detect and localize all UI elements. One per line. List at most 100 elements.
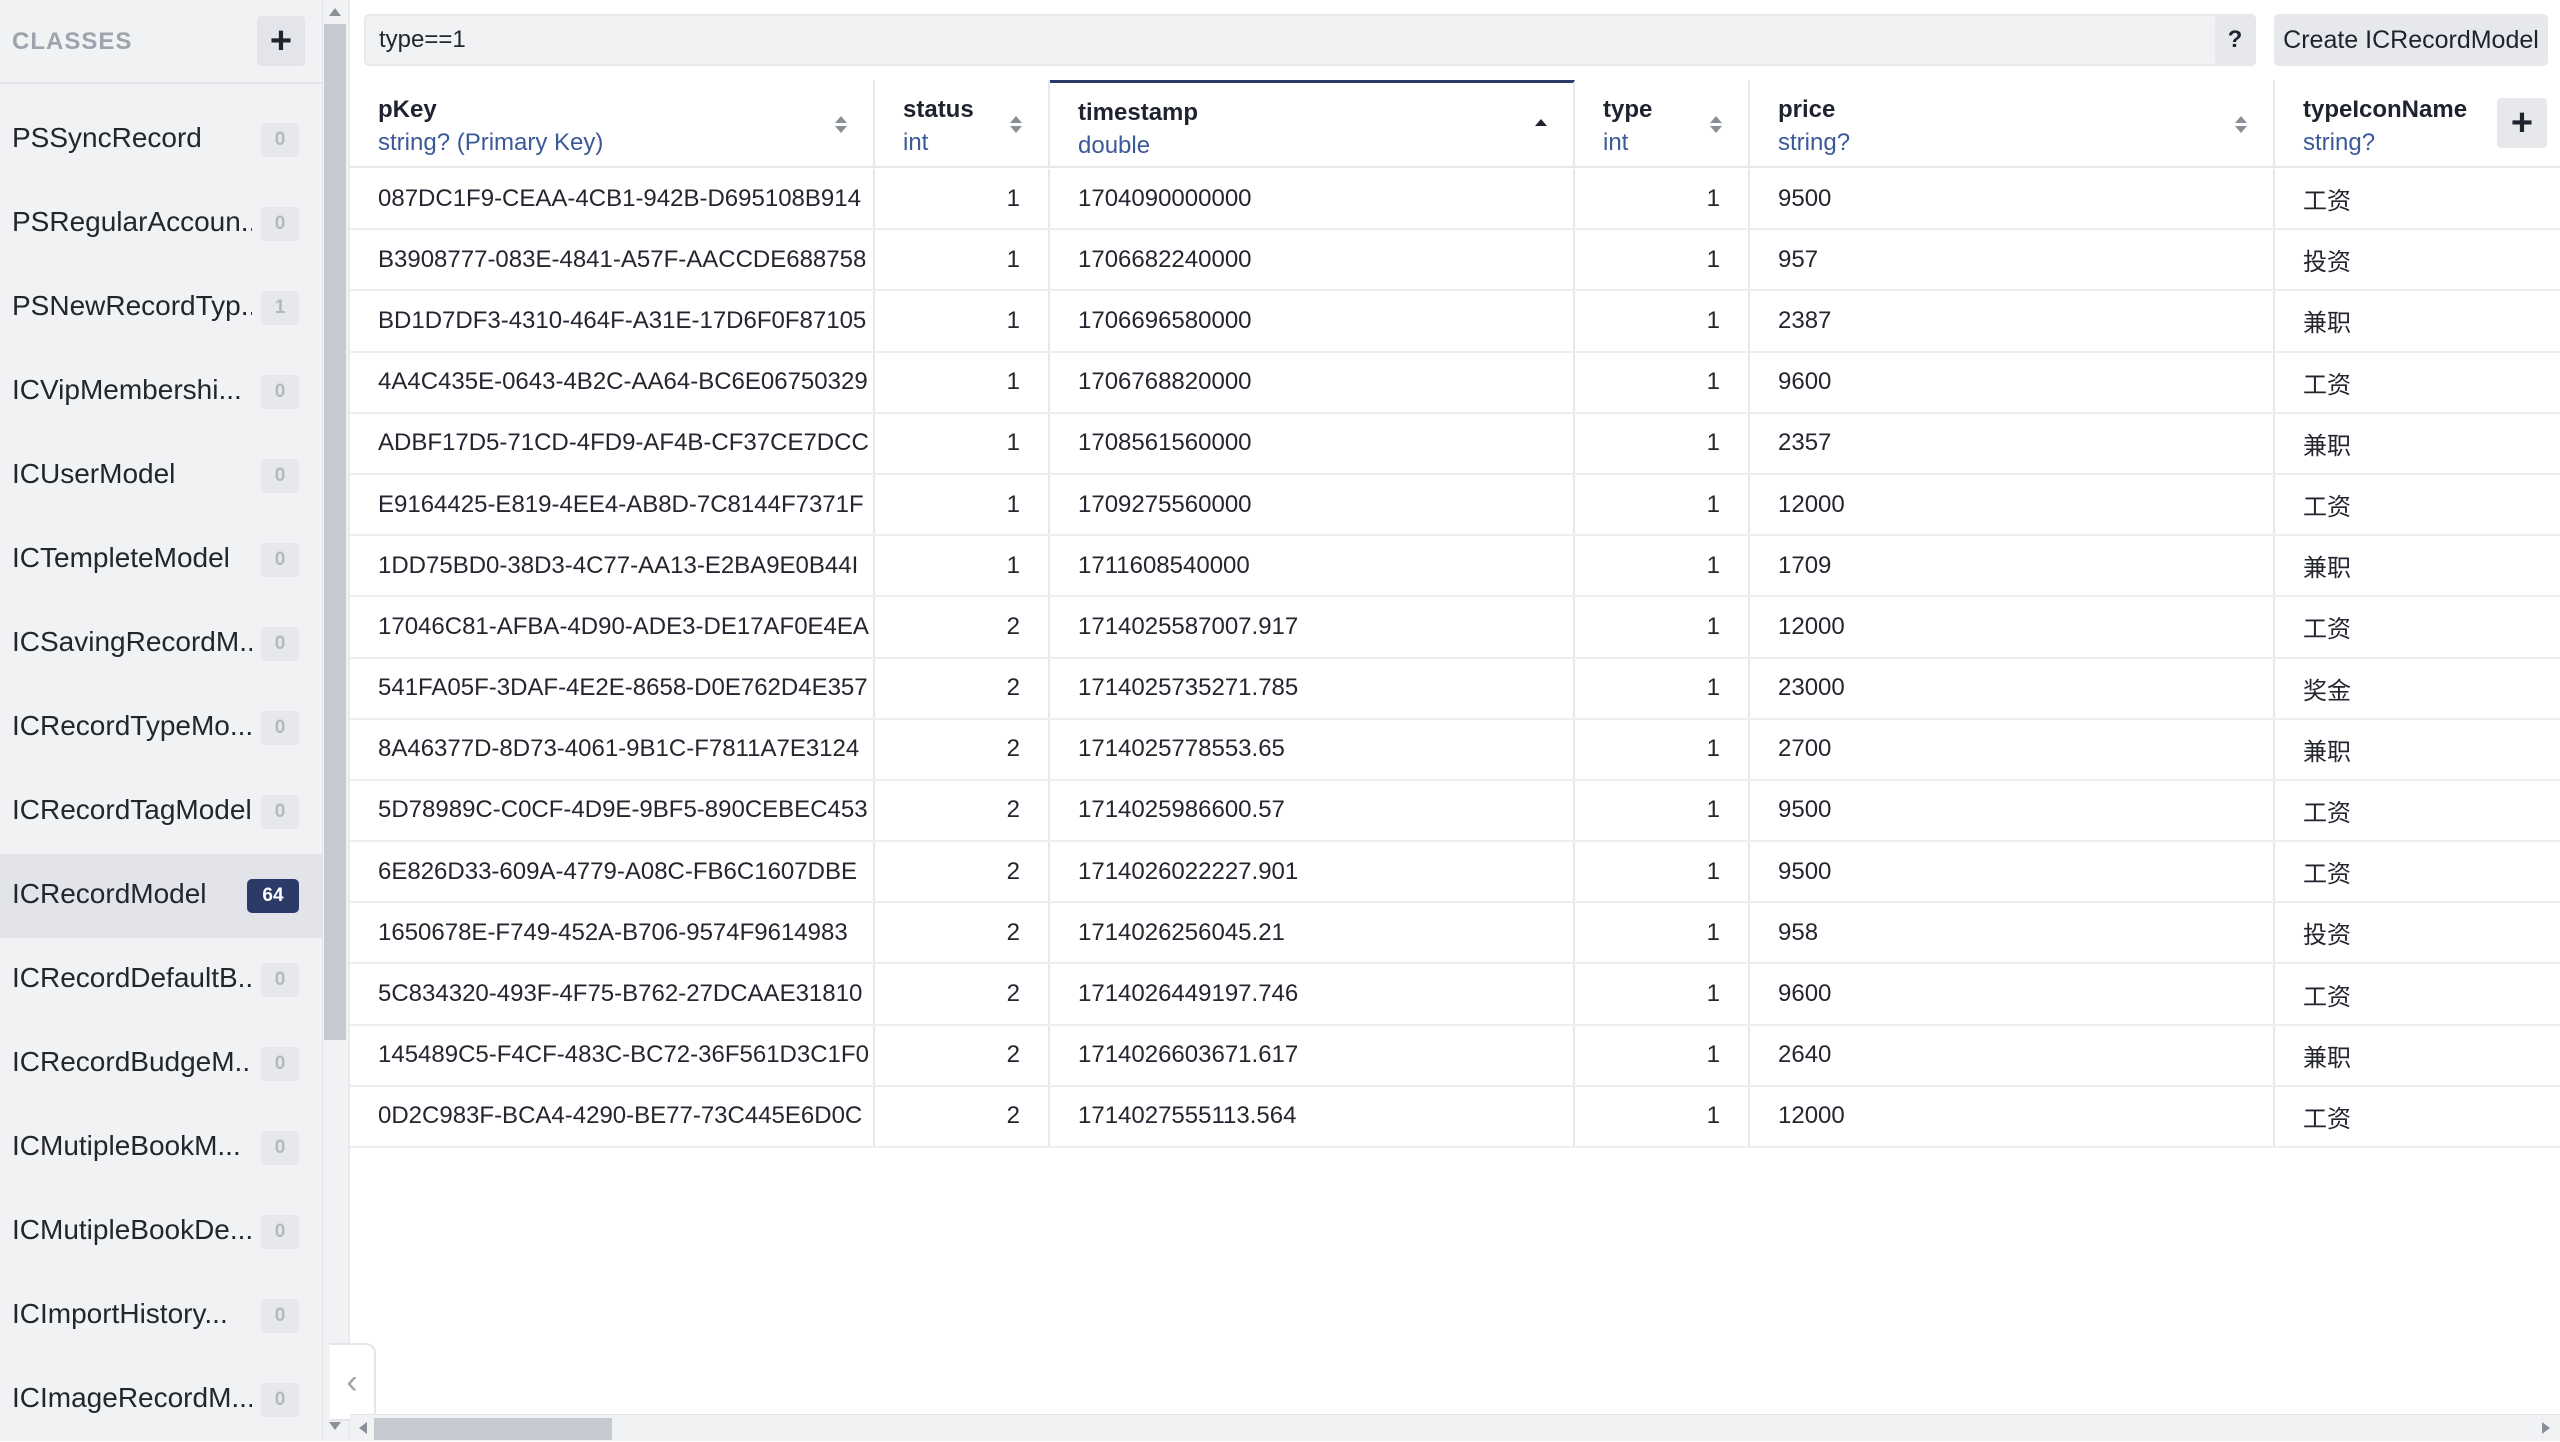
cell-timestamp[interactable]: 1714025587007.917 [1050, 597, 1575, 657]
column-header-pkey[interactable]: pKey string? (Primary Key) [350, 80, 875, 168]
column-header-timestamp[interactable]: timestamp double [1050, 80, 1575, 168]
cell-typeiconname[interactable]: 工资 [2275, 475, 2560, 534]
cell-pkey[interactable]: 4A4C435E-0643-4B2C-AA64-BC6E06750329 [350, 352, 875, 412]
cell-typeiconname[interactable]: 兼职 [2275, 720, 2560, 779]
cell-typeiconname[interactable]: 奖金 [2275, 659, 2560, 718]
cell-price[interactable]: 12000 [1750, 1086, 2275, 1146]
cell-price[interactable]: 9500 [1750, 780, 2275, 841]
cell-pkey[interactable]: 5C834320-493F-4F75-B762-27DCAAE31810 [350, 964, 875, 1024]
cell-price[interactable]: 9500 [1750, 169, 2275, 229]
cell-timestamp[interactable]: 1711608540000 [1050, 536, 1575, 596]
scroll-right-arrow-icon[interactable] [2542, 1422, 2550, 1434]
cell-timestamp[interactable]: 1714026256045.21 [1050, 903, 1575, 963]
cell-type[interactable]: 1 [1575, 597, 1750, 657]
cell-type[interactable]: 1 [1575, 780, 1750, 841]
cell-typeiconname[interactable]: 兼职 [2275, 291, 2560, 350]
cell-status[interactable]: 2 [875, 903, 1050, 963]
cell-status[interactable]: 2 [875, 842, 1050, 902]
table-row[interactable]: 5D78989C-C0CF-4D9E-9BF5-890CEBEC453 2 1714… [350, 780, 2560, 843]
cell-status[interactable]: 2 [875, 597, 1050, 657]
cell-timestamp[interactable]: 1714026449197.746 [1050, 964, 1575, 1024]
table-row[interactable]: 1650678E-F749-452A-B706-9574F9614983 2 171… [350, 903, 2560, 965]
sort-icon[interactable] [1710, 116, 1722, 134]
cell-typeiconname[interactable]: 工资 [2275, 842, 2560, 901]
cell-typeiconname[interactable]: 工资 [2275, 597, 2560, 656]
table-row[interactable]: 0D2C983F-BCA4-4290-BE77-73C445E6D0C 2 1714… [350, 1086, 2560, 1148]
cell-status[interactable]: 2 [875, 658, 1050, 718]
cell-price[interactable]: 9600 [1750, 964, 2275, 1024]
cell-timestamp[interactable]: 1714025778553.65 [1050, 719, 1575, 779]
cell-typeiconname[interactable]: 兼职 [2275, 536, 2560, 595]
cell-price[interactable]: 12000 [1750, 474, 2275, 535]
cell-timestamp[interactable]: 1706682240000 [1050, 230, 1575, 290]
cell-pkey[interactable]: B3908777-083E-4841-A57F-AACCDE688758 [350, 230, 875, 290]
cell-price[interactable]: 9600 [1750, 352, 2275, 412]
cell-timestamp[interactable]: 1714026022227.901 [1050, 842, 1575, 902]
cell-type[interactable]: 1 [1575, 903, 1750, 963]
cell-price[interactable]: 2387 [1750, 291, 2275, 351]
cell-price[interactable]: 957 [1750, 230, 2275, 290]
cell-typeiconname[interactable]: 投资 [2275, 230, 2560, 289]
scroll-down-arrow-icon[interactable] [329, 1422, 341, 1430]
cell-pkey[interactable]: 6E826D33-609A-4779-A08C-FB6C1607DBE [350, 842, 875, 902]
cell-status[interactable]: 2 [875, 1086, 1050, 1146]
add-class-button[interactable]: + [257, 16, 305, 66]
cell-timestamp[interactable]: 1714026603671.617 [1050, 1025, 1575, 1085]
table-row[interactable]: 145489C5-F4CF-483C-BC72-36F561D3C1F0 2 171… [350, 1025, 2560, 1087]
column-header-type[interactable]: type int [1575, 80, 1750, 168]
scroll-left-arrow-icon[interactable] [359, 1422, 367, 1434]
cell-timestamp[interactable]: 1706768820000 [1050, 352, 1575, 412]
sidebar-item-class[interactable]: PSNewRecordTyp... 1 [0, 266, 322, 350]
sort-icon[interactable] [2235, 116, 2247, 134]
sidebar-item-class[interactable]: ICMutipleBookDe... 0 [0, 1190, 322, 1274]
sidebar-item-class[interactable]: ICRecordDefaultB... 0 [0, 938, 322, 1022]
table-scroll-thumb[interactable] [374, 1418, 612, 1440]
sidebar-item-class[interactable]: ICImageRecordM... 0 [0, 1358, 322, 1442]
cell-timestamp[interactable]: 1708561560000 [1050, 413, 1575, 473]
sidebar-item-class[interactable]: PSSyncRecord 0 [0, 98, 322, 182]
sidebar-item-class[interactable]: ICRecordBudgeM... 0 [0, 1022, 322, 1106]
cell-pkey[interactable]: 17046C81-AFBA-4D90-ADE3-DE17AF0E4EA [350, 597, 875, 657]
cell-status[interactable]: 1 [875, 413, 1050, 473]
sidebar-scroll-thumb[interactable] [324, 24, 346, 1040]
query-help-button[interactable]: ? [2215, 16, 2255, 64]
cell-pkey[interactable]: 087DC1F9-CEAA-4CB1-942B-D695108B914 [350, 169, 875, 229]
cell-timestamp[interactable]: 1704090000000 [1050, 169, 1575, 229]
scroll-up-arrow-icon[interactable] [329, 8, 341, 16]
sidebar-item-class[interactable]: ICTempleteModel 0 [0, 518, 322, 602]
cell-price[interactable]: 958 [1750, 903, 2275, 963]
cell-status[interactable]: 1 [875, 474, 1050, 535]
cell-timestamp[interactable]: 1706696580000 [1050, 291, 1575, 351]
sort-icon[interactable] [1010, 116, 1022, 134]
cell-type[interactable]: 1 [1575, 230, 1750, 290]
table-row[interactable]: 541FA05F-3DAF-4E2E-8658-D0E762D4E357 2 171… [350, 658, 2560, 720]
cell-price[interactable]: 1709 [1750, 536, 2275, 596]
cell-pkey[interactable]: 541FA05F-3DAF-4E2E-8658-D0E762D4E357 [350, 658, 875, 718]
table-row[interactable]: 087DC1F9-CEAA-4CB1-942B-D695108B914 1 1704… [350, 169, 2560, 231]
cell-typeiconname[interactable]: 兼职 [2275, 1026, 2560, 1085]
sidebar-item-class[interactable]: PSRegularAccoun... 0 [0, 182, 322, 266]
cell-price[interactable]: 12000 [1750, 597, 2275, 657]
cell-status[interactable]: 1 [875, 536, 1050, 596]
cell-typeiconname[interactable]: 工资 [2275, 1087, 2560, 1146]
collapse-sidebar-button[interactable]: ‹ [330, 1343, 376, 1421]
create-record-button[interactable]: Create ICRecordModel [2274, 14, 2548, 66]
cell-timestamp[interactable]: 1709275560000 [1050, 474, 1575, 535]
cell-timestamp[interactable]: 1714025735271.785 [1050, 658, 1575, 718]
cell-status[interactable]: 1 [875, 230, 1050, 290]
cell-pkey[interactable]: 0D2C983F-BCA4-4290-BE77-73C445E6D0C [350, 1086, 875, 1146]
table-row[interactable]: 17046C81-AFBA-4D90-ADE3-DE17AF0E4EA 2 1714… [350, 597, 2560, 659]
cell-price[interactable]: 2700 [1750, 719, 2275, 779]
cell-type[interactable]: 1 [1575, 842, 1750, 902]
cell-type[interactable]: 1 [1575, 658, 1750, 718]
add-column-button[interactable]: + [2497, 98, 2547, 148]
table-row[interactable]: E9164425-E819-4EE4-AB8D-7C8144F7371F 1 170… [350, 474, 2560, 537]
table-horizontal-scrollbar[interactable] [350, 1414, 2560, 1441]
sidebar-scrollbar[interactable] [322, 0, 348, 1441]
cell-price[interactable]: 9500 [1750, 842, 2275, 902]
cell-typeiconname[interactable]: 工资 [2275, 353, 2560, 412]
cell-price[interactable]: 23000 [1750, 658, 2275, 718]
cell-pkey[interactable]: 5D78989C-C0CF-4D9E-9BF5-890CEBEC453 [350, 780, 875, 841]
cell-type[interactable]: 1 [1575, 291, 1750, 351]
cell-type[interactable]: 1 [1575, 1025, 1750, 1085]
